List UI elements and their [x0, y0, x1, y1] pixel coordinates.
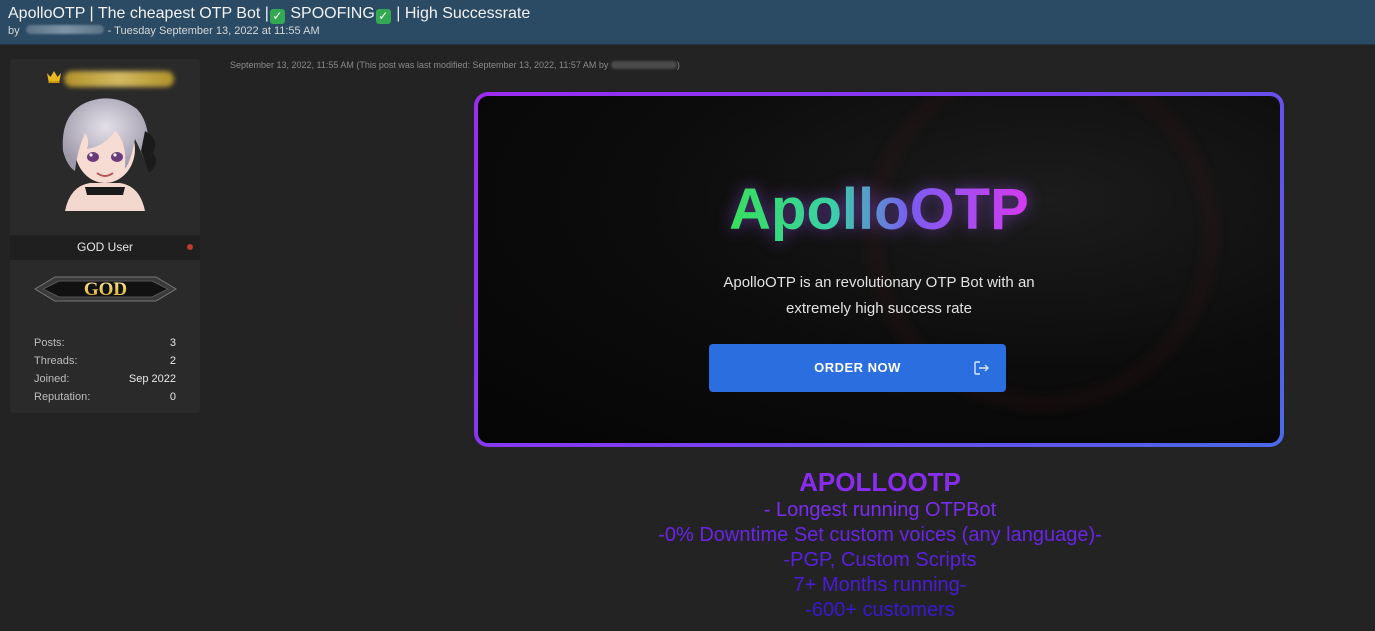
- post-date-text: September 13, 2022, 11:55 AM (This post …: [230, 60, 609, 70]
- thread-title: ApolloOTP | The cheapest OTP Bot | ✓ SPOO…: [8, 5, 530, 24]
- promo-line: -600+ customers: [805, 599, 955, 621]
- promo-line: - Longest running OTPBot: [763, 499, 997, 521]
- god-rank-badge: GOD: [34, 276, 177, 302]
- stat-label: Reputation:: [34, 391, 91, 403]
- check-icon: ✓: [375, 9, 391, 24]
- thread-meta: by - Tuesday September 13, 2022 at 11:55 …: [8, 25, 320, 37]
- stat-value[interactable]: 2: [170, 352, 176, 370]
- thread-date: - Tuesday September 13, 2022 at 11:55 AM: [107, 25, 320, 37]
- god-badge-text: GOD: [84, 279, 127, 300]
- promo-line: 7+ Months running-: [793, 574, 967, 596]
- post-date: September 13, 2022, 11:55 AM (This post …: [230, 60, 680, 70]
- banner-logo-text: ApolloOTP: [729, 177, 1029, 242]
- thread-title-part2: SPOOFING: [285, 5, 375, 22]
- check-icon: ✓: [269, 9, 285, 24]
- user-role-label: GOD User: [76, 240, 133, 254]
- username-redacted[interactable]: [64, 71, 174, 87]
- exit-icon: [974, 361, 989, 375]
- by-label: by: [8, 25, 20, 37]
- banner-logo: ApolloOTP: [478, 176, 1280, 243]
- banner-tagline-line2: extremely high success rate: [786, 300, 972, 317]
- stat-label: Threads:: [34, 355, 78, 367]
- modifier-name-redacted[interactable]: [610, 61, 677, 69]
- author-link-redacted[interactable]: [25, 25, 104, 34]
- stat-row-posts: Posts: 3: [34, 334, 176, 352]
- promo-line: -PGP, Custom Scripts: [783, 549, 977, 571]
- order-now-button[interactable]: ORDER NOW: [709, 344, 1006, 392]
- user-role: GOD User: [10, 235, 200, 260]
- stat-row-threads: Threads: 2: [34, 352, 176, 370]
- promo-text: APOLLOOTP - Longest running OTPBot -0% D…: [580, 466, 1180, 623]
- thread-header: ApolloOTP | The cheapest OTP Bot | ✓ SPOO…: [0, 0, 1375, 45]
- crown-icon: [47, 71, 61, 83]
- stat-row-joined: Joined: Sep 2022: [34, 370, 176, 388]
- promo-banner-image: ApolloOTP ApolloOTP is an revolutionary …: [474, 92, 1284, 447]
- stat-label: Joined:: [34, 373, 70, 385]
- stat-label: Posts:: [34, 337, 65, 349]
- user-panel: GOD User GOD Posts: 3 Threads: 2 Joined:…: [10, 59, 200, 413]
- banner-tagline: ApolloOTP is an revolutionary OTP Bot wi…: [478, 270, 1280, 322]
- banner-inner: ApolloOTP ApolloOTP is an revolutionary …: [478, 96, 1280, 443]
- stat-value: Sep 2022: [128, 373, 176, 385]
- thread-title-part1: ApolloOTP | The cheapest OTP Bot |: [8, 5, 269, 22]
- stat-value[interactable]: 0: [170, 388, 176, 406]
- order-now-label: ORDER NOW: [814, 360, 901, 375]
- user-stats: Posts: 3 Threads: 2 Joined: Sep 2022 Rep…: [34, 334, 176, 406]
- promo-title: APOLLOOTP: [799, 467, 961, 497]
- thread-title-part3: | High Successrate: [391, 5, 531, 22]
- avatar[interactable]: [45, 91, 165, 221]
- banner-tagline-line1: ApolloOTP is an revolutionary OTP Bot wi…: [723, 274, 1035, 291]
- stat-value[interactable]: 3: [170, 334, 176, 352]
- stat-row-reputation: Reputation: 0: [34, 388, 176, 406]
- promo-line: -0% Downtime Set custom voices (any lang…: [658, 524, 1102, 546]
- offline-status-icon: [187, 244, 193, 250]
- post-date-suffix: ): [676, 60, 680, 70]
